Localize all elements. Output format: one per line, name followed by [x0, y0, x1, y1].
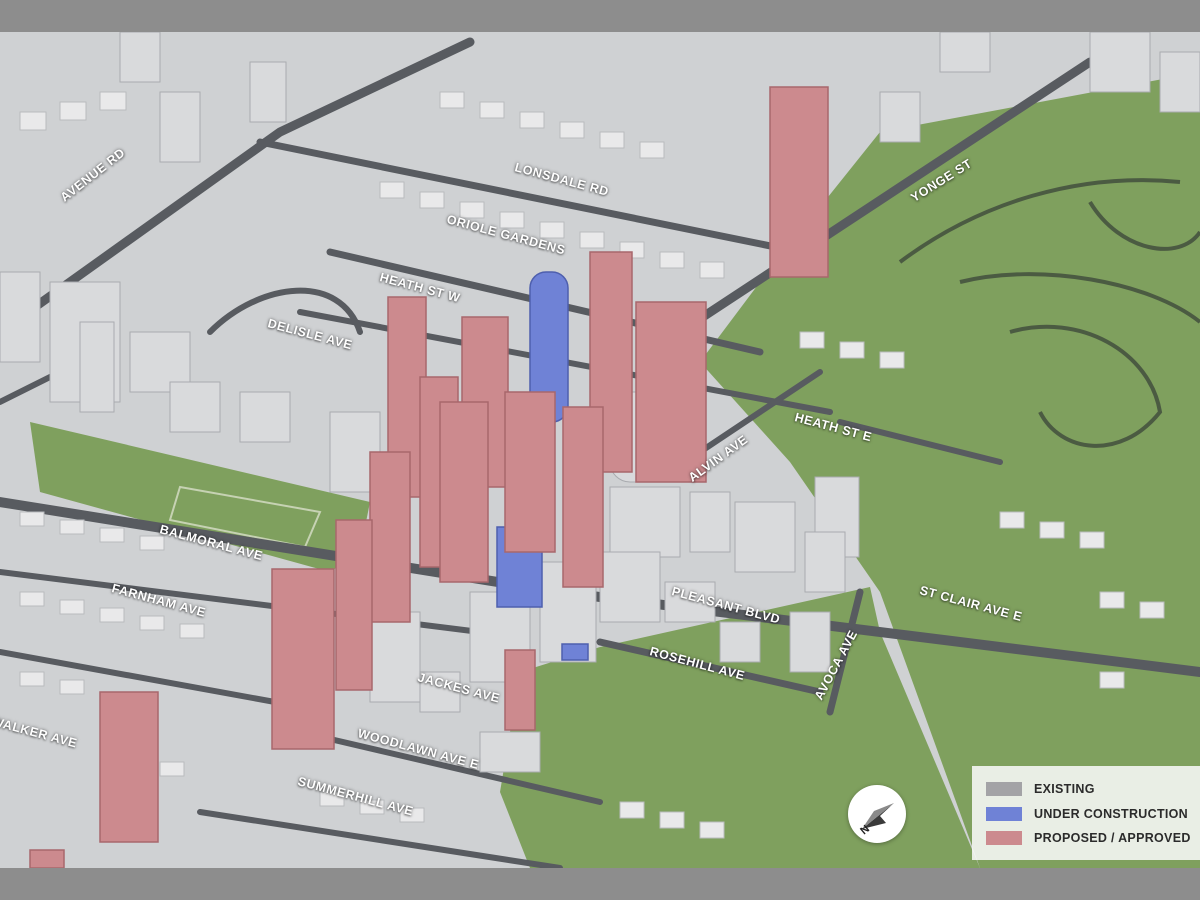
legend-label-existing: EXISTING [1034, 782, 1095, 796]
legend-swatch-existing [986, 782, 1022, 796]
map-canvas [0, 32, 1200, 868]
map-viewport[interactable]: AVENUE RD LONSDALE RD ORIOLE GARDENS YON… [0, 32, 1200, 868]
legend-swatch-proposed [986, 831, 1022, 845]
north-arrow: N [848, 785, 906, 843]
legend-swatch-under-construction [986, 807, 1022, 821]
map-legend: EXISTING UNDER CONSTRUCTION PROPOSED / A… [972, 766, 1200, 860]
legend-item-under-construction: UNDER CONSTRUCTION [986, 806, 1188, 822]
legend-item-existing: EXISTING [986, 781, 1095, 797]
legend-label-under-construction: UNDER CONSTRUCTION [1034, 807, 1189, 821]
legend-item-proposed: PROPOSED / APPROVED [986, 830, 1191, 846]
north-arrow-icon: N [858, 803, 894, 837]
legend-label-proposed: PROPOSED / APPROVED [1034, 831, 1191, 845]
